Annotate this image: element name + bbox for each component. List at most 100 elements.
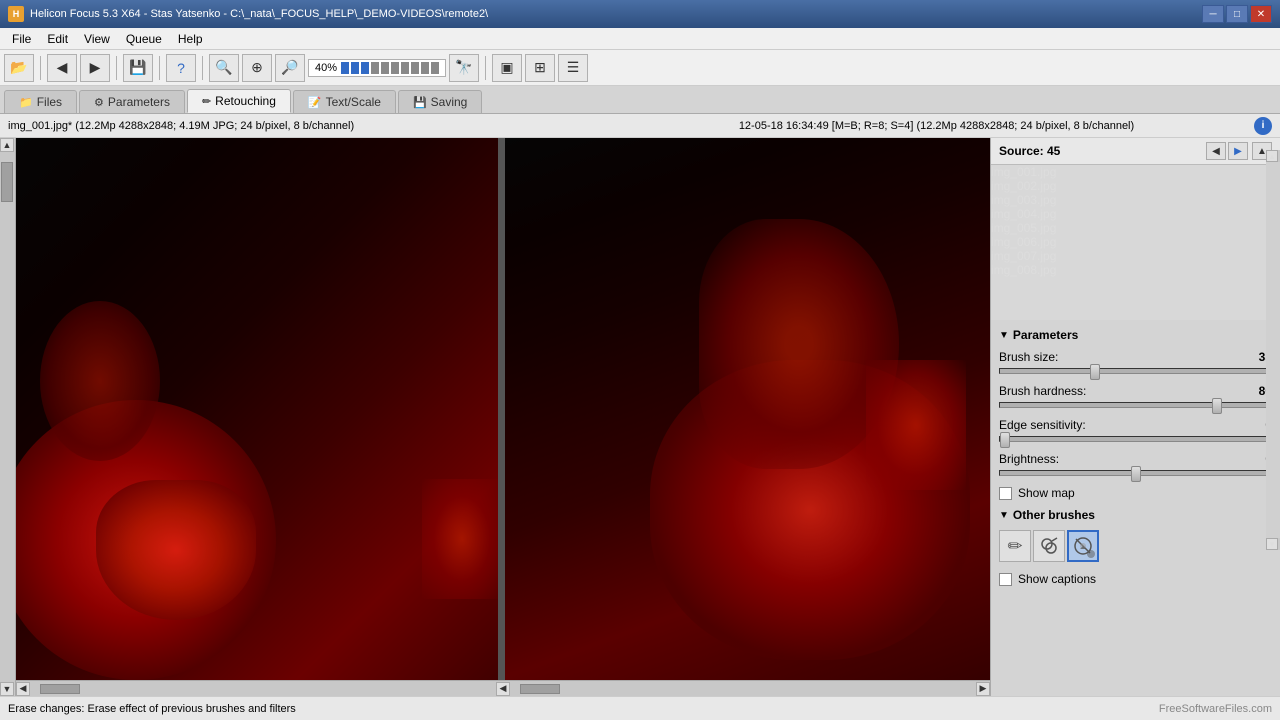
rpanel-scroll-up[interactable]: ▲ (1266, 150, 1278, 162)
brightness-track (999, 470, 1272, 476)
brush-buttons: ✏ (999, 530, 1272, 562)
menu-edit[interactable]: Edit (39, 30, 76, 48)
back-button[interactable]: ◀ (47, 54, 77, 82)
statusbar: Erase changes: Erase effect of previous … (0, 696, 1280, 720)
info-metadata: 12-05-18 16:34:49 [M=B; R=8; S=4] (12.2M… (627, 120, 1246, 132)
right-image-panel[interactable] (505, 138, 991, 680)
sep3 (159, 56, 160, 80)
other-brushes-section-header[interactable]: ▼ Other brushes (999, 508, 1272, 522)
file-item-5[interactable]: img_005.jpg (991, 221, 1266, 235)
show-map-checkbox[interactable] (999, 487, 1012, 500)
scroll-down-arrow[interactable]: ▼ (0, 682, 14, 696)
source-next-button[interactable]: ▶ (1228, 142, 1248, 160)
show-map-row[interactable]: Show map (999, 486, 1272, 500)
hscroll-thumb-left[interactable] (40, 684, 80, 694)
brush-size-track (999, 368, 1272, 374)
rpanel-scroll-track (1266, 162, 1280, 538)
parameters-section-header[interactable]: ▼ Parameters (999, 328, 1272, 342)
zoom-level: 40% (308, 59, 446, 77)
saving-icon: 💾 (413, 96, 427, 109)
open-button[interactable]: 📂 (4, 54, 34, 82)
brush-hardness-thumb[interactable] (1212, 398, 1222, 414)
minimize-button[interactable]: ─ (1202, 5, 1224, 23)
close-button[interactable]: ✕ (1250, 5, 1272, 23)
file-item-3[interactable]: img_003.jpg (991, 193, 1266, 207)
erase-brush-button[interactable] (1067, 530, 1099, 562)
retouching-icon: ✏ (202, 95, 211, 108)
left-image (16, 138, 502, 680)
hscroll-mid-arrow[interactable]: ◀ (496, 682, 510, 696)
tab-retouching[interactable]: ✏ Retouching (187, 89, 291, 113)
hscroll-thumb-right[interactable] (520, 684, 560, 694)
info-button[interactable]: i (1254, 117, 1272, 135)
sep5 (485, 56, 486, 80)
scroll-up-arrow[interactable]: ▲ (0, 138, 14, 152)
menu-queue[interactable]: Queue (118, 30, 170, 48)
panel-divider[interactable] (498, 138, 502, 680)
left-image-panel[interactable] (16, 138, 505, 680)
file-item-1[interactable]: img_001.jpg (991, 165, 1266, 179)
toolbar: 📂 ◀ ▶ 💾 ? 🔍 ⊕ 🔎 40% 🔭 ▣ ⊞ ☰ (0, 50, 1280, 86)
zoom-out-button[interactable]: 🔎 (275, 54, 305, 82)
tab-textscale[interactable]: 📝 Text/Scale (293, 90, 396, 113)
clone-brush-icon (1039, 536, 1059, 556)
forward-button[interactable]: ▶ (80, 54, 110, 82)
zoom-select-button[interactable]: ⊕ (242, 54, 272, 82)
tabs: 📁 Files ⚙ Parameters ✏ Retouching 📝 Text… (0, 86, 1280, 114)
left-vscrollbar[interactable]: ▲ ▼ (0, 138, 16, 696)
maximize-button[interactable]: □ (1226, 5, 1248, 23)
status-text: Erase changes: Erase effect of previous … (8, 703, 296, 715)
sep1 (40, 56, 41, 80)
file-item-6[interactable]: img_006.jpg (991, 235, 1266, 249)
info-filename: img_001.jpg* (12.2Mp 4288x2848; 4.19M JP… (8, 120, 627, 132)
right-panel-scrollbar[interactable]: ▲ ▼ (1266, 150, 1280, 550)
files-icon: 📁 (19, 96, 33, 109)
textscale-icon: 📝 (308, 96, 322, 109)
hscroll-left-arrow[interactable]: ◀ (16, 682, 30, 696)
file-list-wrap: img_001.jpg img_002.jpg img_003.jpg img_… (991, 165, 1280, 320)
titlebar: H Helicon Focus 5.3 X64 - Stas Yatsenko … (0, 0, 1280, 28)
clone-brush-button[interactable] (1033, 530, 1065, 562)
scroll-thumb[interactable] (1, 162, 13, 202)
image-panels-row (16, 138, 990, 680)
view2-button[interactable]: ⊞ (525, 54, 555, 82)
tab-files[interactable]: 📁 Files (4, 90, 77, 113)
show-captions-row[interactable]: Show captions (999, 572, 1272, 586)
tab-parameters[interactable]: ⚙ Parameters (79, 90, 185, 113)
watermark: FreeSoftwareFiles.com (1159, 703, 1272, 715)
edge-sensitivity-thumb[interactable] (1000, 432, 1010, 448)
file-item-8[interactable]: img_008.jpg (991, 263, 1266, 277)
menu-file[interactable]: File (4, 30, 39, 48)
file-item-4[interactable]: img_004.jpg (991, 207, 1266, 221)
file-item-7[interactable]: img_007.jpg (991, 249, 1266, 263)
show-captions-checkbox[interactable] (999, 573, 1012, 586)
file-item-2[interactable]: img_002.jpg (991, 179, 1266, 193)
menu-help[interactable]: Help (170, 30, 211, 48)
source-prev-button[interactable]: ◀ (1206, 142, 1226, 160)
save-button[interactable]: 💾 (123, 54, 153, 82)
zoom-in-button[interactable]: 🔭 (449, 54, 479, 82)
hscroll-right-arrow[interactable]: ▶ (976, 682, 990, 696)
right-image (505, 138, 991, 680)
params-panel: ▼ Parameters Brush size: 35 Brush hardne… (991, 320, 1280, 696)
edge-sensitivity-label: Edge sensitivity: 0 (999, 418, 1272, 432)
sep2 (116, 56, 117, 80)
hscrollbar[interactable]: ◀ ◀ ▶ (16, 680, 990, 696)
parameters-icon: ⚙ (94, 96, 104, 109)
brush-size-label: Brush size: 35 (999, 350, 1272, 364)
view3-button[interactable]: ☰ (558, 54, 588, 82)
zoom-fit-button[interactable]: 🔍 (209, 54, 239, 82)
view1-button[interactable]: ▣ (492, 54, 522, 82)
app-icon: H (8, 6, 24, 22)
help-button[interactable]: ? (166, 54, 196, 82)
canvas-row: ▲ ▼ (0, 138, 990, 696)
edge-sensitivity-row: Edge sensitivity: 0 (999, 418, 1272, 442)
brightness-thumb[interactable] (1131, 466, 1141, 482)
brush-size-thumb[interactable] (1090, 364, 1100, 380)
source-title: Source: 45 (999, 144, 1204, 158)
paint-brush-button[interactable]: ✏ (999, 530, 1031, 562)
tab-saving[interactable]: 💾 Saving (398, 90, 482, 113)
menu-view[interactable]: View (76, 30, 118, 48)
rpanel-scroll-down[interactable]: ▼ (1266, 538, 1278, 550)
brightness-label: Brightness: 0 (999, 452, 1272, 466)
